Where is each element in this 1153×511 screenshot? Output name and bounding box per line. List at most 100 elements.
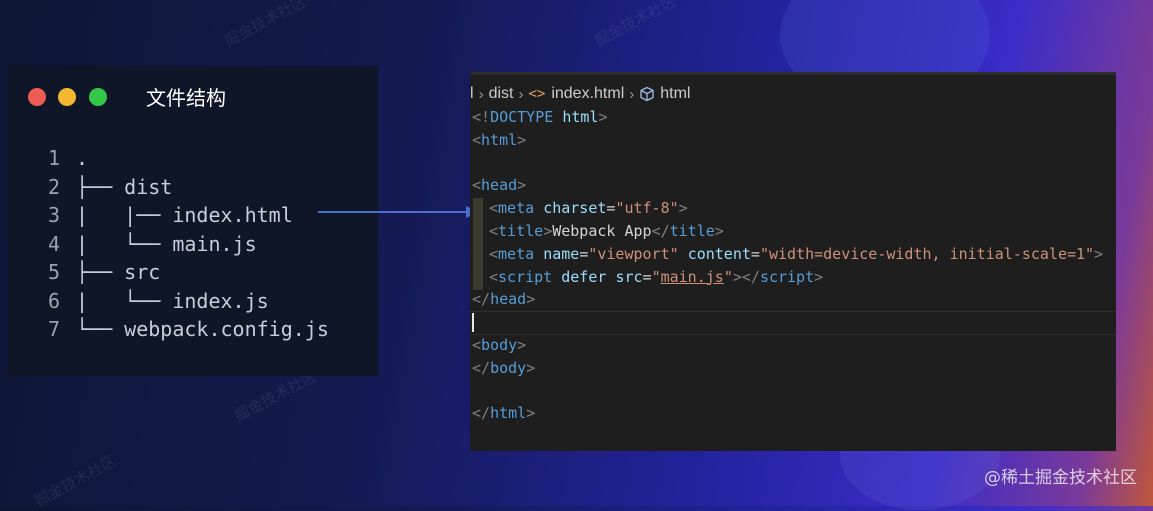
punct: >	[517, 176, 527, 195]
code-content[interactable]: <!DOCTYPE html> <html> <head> <meta char…	[472, 106, 1103, 425]
punct: =	[750, 244, 760, 263]
tree-entry: | |── index.html	[76, 203, 293, 227]
punct: </	[472, 290, 491, 309]
watermark: 掘金技术社区	[591, 0, 680, 51]
breadcrumb-root[interactable]: l	[470, 85, 474, 103]
title-text: Webpack App	[552, 221, 652, 240]
code-line: <html>	[472, 129, 1103, 152]
punct: <	[472, 130, 482, 149]
punct: >	[1094, 244, 1104, 263]
punct: </	[472, 404, 491, 423]
panel-title: 文件结构	[146, 86, 226, 110]
tag-name: meta	[498, 199, 535, 218]
chevron-right-icon: ›	[478, 85, 484, 103]
breadcrumb: l › dist › <> index.html › html	[470, 84, 690, 104]
tag-name: body	[481, 335, 518, 354]
punct: >	[526, 358, 536, 377]
attr-name: name	[543, 244, 580, 263]
tree-line: 5 ├── src	[48, 258, 329, 287]
punct: >	[814, 267, 824, 286]
line-number: 2	[48, 174, 61, 199]
tree-entry: | └── index.js	[76, 288, 269, 313]
code-line: <script defer src="main.js"></script>	[472, 266, 1103, 289]
line-number: 3	[48, 203, 61, 227]
code-line: <meta charset="utf-8">	[472, 197, 1103, 220]
punct: <	[489, 244, 499, 263]
line-number: 7	[48, 317, 61, 341]
punct: <!	[472, 108, 491, 126]
file-structure-panel: 文件结构 1. 2 ├── dist 3 | |── index.html 4 | └…	[8, 66, 378, 376]
minimize-dot-icon	[58, 88, 76, 106]
tag-name: body	[490, 358, 527, 377]
attr-name: charset	[543, 199, 607, 218]
punct: =	[642, 267, 652, 286]
chevron-right-icon: ›	[629, 85, 635, 103]
tree-line: 3 | |── index.html	[48, 201, 329, 230]
watermark: 掘金技术社区	[221, 0, 310, 51]
code-icon: <>	[528, 86, 546, 102]
code-line: <meta name="viewport" content="width=dev…	[472, 243, 1103, 266]
attr-value: "	[723, 267, 733, 286]
close-dot-icon	[28, 88, 46, 106]
arrow-right-icon	[318, 206, 478, 218]
tag-name: title	[669, 221, 715, 240]
punct: <	[489, 199, 499, 218]
tag-name: html	[481, 130, 518, 149]
punct: >	[526, 404, 536, 423]
tree-entry: ├── dist	[76, 174, 173, 199]
tree-entry: ├── src	[76, 260, 161, 284]
tree-line: 6 | └── index.js	[48, 287, 329, 316]
punct: </	[651, 221, 670, 240]
code-line: <body>	[472, 334, 1103, 357]
line-number: 4	[48, 231, 61, 256]
punct: >	[678, 199, 688, 218]
punct: <	[472, 335, 482, 354]
code-line: <head>	[472, 174, 1103, 197]
attr-value: "	[651, 267, 661, 286]
attr-name: defer	[561, 267, 607, 286]
code-line: <!DOCTYPE html>	[472, 106, 1103, 129]
attr-name: src	[615, 267, 643, 286]
tag-name: title	[498, 221, 544, 240]
doctype-value: html	[562, 108, 599, 126]
tag-name: meta	[498, 244, 535, 263]
editor-tab-strip	[470, 72, 1116, 75]
punct: >	[517, 335, 527, 354]
tree-line: 7 └── webpack.config.js	[48, 315, 329, 344]
maximize-dot-icon	[89, 88, 107, 106]
code-line: </head>	[472, 288, 1103, 311]
line-number: 5	[48, 260, 61, 284]
brand-label: @稀土掘金技术社区	[984, 468, 1137, 488]
punct: <	[472, 176, 482, 195]
punct: ></	[732, 267, 760, 286]
file-tree: 1. 2 ├── dist 3 | |── index.html 4 | └── ma…	[48, 144, 329, 344]
punct: <	[489, 267, 499, 286]
punct: =	[579, 244, 589, 263]
script-src-link[interactable]: main.js	[661, 268, 724, 286]
punct: >	[714, 221, 724, 240]
tree-entry: └── webpack.config.js	[76, 317, 329, 341]
tree-line: 2 ├── dist	[48, 173, 329, 202]
punct: >	[543, 221, 553, 240]
tag-name: script	[759, 267, 815, 286]
tag-name: script	[498, 267, 553, 286]
line-number: 1	[48, 146, 61, 170]
breadcrumb-symbol[interactable]: html	[660, 85, 690, 103]
doctype-keyword: DOCTYPE	[490, 108, 554, 126]
punct: >	[598, 108, 608, 126]
cube-icon	[639, 86, 655, 102]
punct: </	[472, 358, 491, 377]
breadcrumb-file[interactable]: index.html	[551, 85, 624, 103]
attr-value: "viewport"	[588, 244, 679, 263]
code-editor[interactable]: l › dist › <> index.html › html <!DOCTYP…	[470, 72, 1116, 451]
tree-entry: | └── main.js	[76, 231, 257, 256]
tree-line: 4 | └── main.js	[48, 230, 329, 259]
punct: >	[526, 290, 536, 309]
attr-name: content	[687, 244, 751, 263]
line-number: 6	[48, 288, 61, 313]
punct: <	[489, 221, 499, 240]
breadcrumb-dist[interactable]: dist	[489, 85, 514, 103]
